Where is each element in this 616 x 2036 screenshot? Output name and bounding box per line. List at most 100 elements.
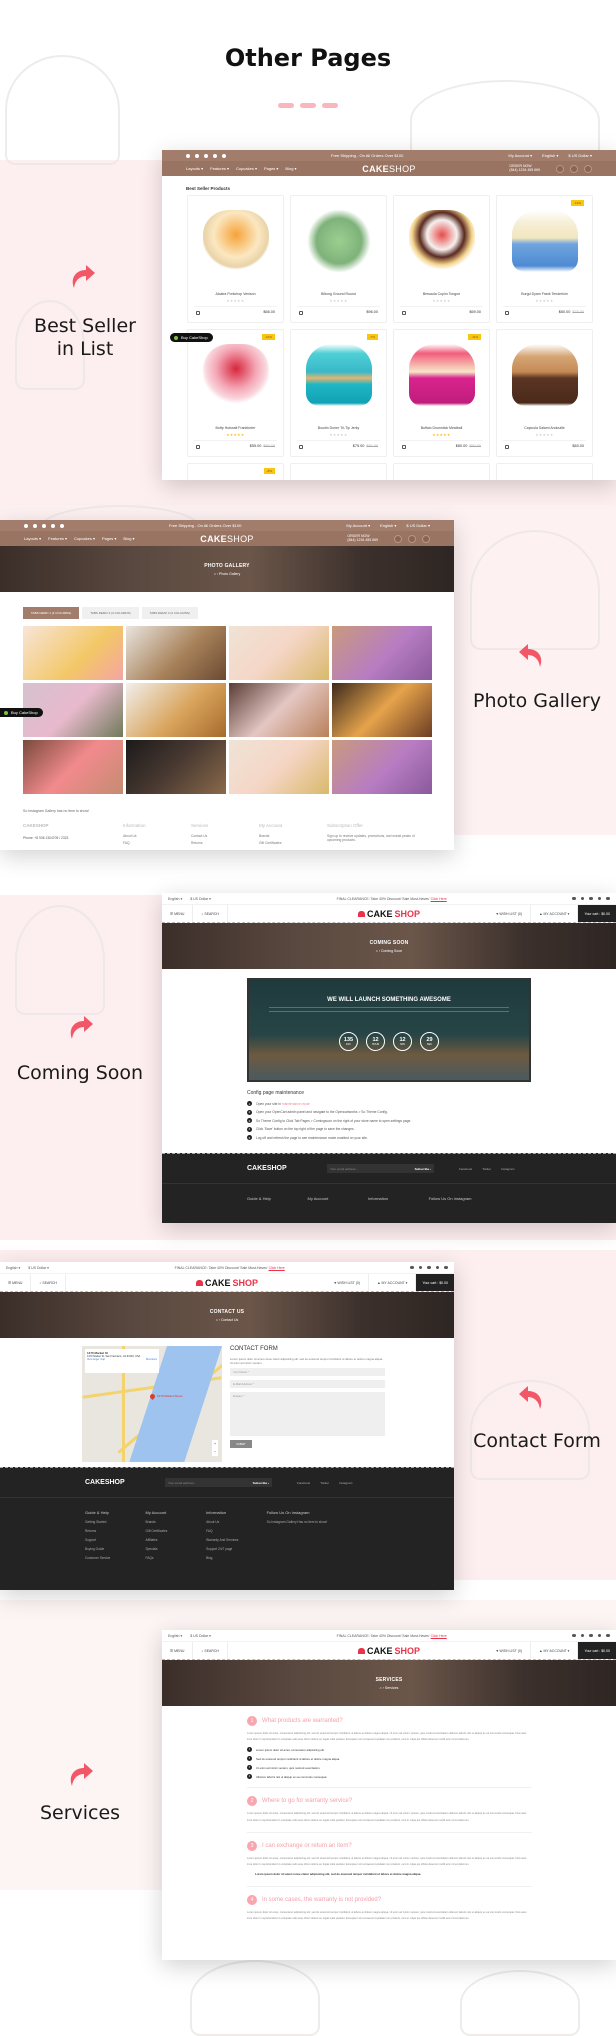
product-image[interactable]: [202, 210, 269, 272]
gallery-image[interactable]: [126, 626, 226, 680]
product-card[interactable]: Biltong Ground Round ★★★★★ $96.00: [290, 195, 387, 323]
footer-link[interactable]: FAQ: [206, 1529, 267, 1533]
add-to-cart-icon[interactable]: [196, 445, 200, 449]
add-to-cart-icon[interactable]: [402, 311, 406, 315]
product-name[interactable]: Capicola Salami Andouille: [497, 426, 592, 430]
twitter-link[interactable]: Twitter: [320, 1481, 329, 1485]
instagram-icon[interactable]: [213, 153, 217, 158]
nav-features[interactable]: Features ▾: [210, 166, 229, 171]
search-icon[interactable]: [555, 164, 564, 173]
faq-question[interactable]: 1 What products are warranted?: [247, 1716, 532, 1726]
twitter-icon[interactable]: [580, 896, 585, 901]
email-input[interactable]: E-Mail Address *: [230, 1380, 385, 1389]
cart-button[interactable]: Your cart : $0.00: [578, 905, 616, 922]
gallery-image[interactable]: [332, 626, 432, 680]
facebook-icon[interactable]: [410, 1265, 414, 1270]
gallery-image[interactable]: [126, 740, 226, 794]
product-card[interactable]: -13% Burgd Dyam Frank Tenderloin ★★★★★ $60.…: [496, 195, 593, 323]
product-card[interactable]: Bresaola Cupim Tongue ★★★★★ $69.00: [393, 195, 490, 323]
product-card[interactable]: -10% Boftp Hubwalt Frankfurter ★★★★★ $55.00…: [187, 329, 284, 457]
footer-link[interactable]: Returns: [85, 1529, 146, 1533]
faq-question[interactable]: 4 In some cases, the warranty is not prov…: [247, 1894, 532, 1905]
product-image[interactable]: [305, 210, 372, 272]
map-zoom-controls[interactable]: + −: [212, 1440, 218, 1456]
language-select[interactable]: English ▾: [168, 1634, 182, 1638]
promo-link[interactable]: Click Here: [431, 897, 447, 901]
footer-link[interactable]: Affiliates: [146, 1538, 207, 1542]
tab-demo-3[interactable]: TABS DEMO 3 (2 COLUMNS): [141, 607, 198, 619]
product-card[interactable]: -8%: [187, 463, 284, 480]
tab-demo-2[interactable]: TABS DEMO 2 (3 COLUMNS): [82, 607, 139, 619]
account-menu[interactable]: ▲ MY ACCOUNT ▾: [369, 1274, 417, 1291]
tab-demo-1[interactable]: TABS DEMO 1 (4 COLUMNS): [23, 607, 80, 619]
logo[interactable]: CAKESHOP: [200, 534, 253, 544]
nav-features[interactable]: Features ▾: [48, 536, 67, 541]
name-input[interactable]: Your Name *: [230, 1368, 385, 1377]
cart-icon[interactable]: [583, 164, 592, 173]
language-select[interactable]: English ▾: [380, 523, 396, 528]
product-name[interactable]: Boftp Hubwalt Frankfurter: [188, 426, 283, 430]
footer-logo[interactable]: CAKESHOP: [85, 1479, 165, 1486]
footer-link[interactable]: Support 24/7 page: [206, 1547, 267, 1551]
footer-link[interactable]: Brands: [259, 834, 327, 838]
add-to-cart-icon[interactable]: [196, 311, 200, 315]
facebook-icon[interactable]: [24, 523, 28, 528]
footer-link[interactable]: Buying Guide: [85, 1547, 146, 1551]
enquiry-textarea[interactable]: Enquiry *: [230, 1392, 385, 1437]
menu-button[interactable]: ☰ MENU: [0, 1274, 32, 1291]
footer-link[interactable]: About Us: [206, 1520, 267, 1524]
email-input[interactable]: Your email address...: [330, 1167, 358, 1171]
twitter-icon[interactable]: [580, 1633, 585, 1638]
dribbble-icon[interactable]: [427, 1265, 431, 1270]
wishlist-link[interactable]: ♥ WISH LIST (0): [326, 1274, 370, 1291]
gallery-image[interactable]: [23, 626, 123, 680]
pinterest-icon[interactable]: [606, 896, 610, 901]
product-card[interactable]: [393, 463, 490, 480]
gallery-image[interactable]: [23, 740, 123, 794]
currency-select[interactable]: $ US Dollar ▾: [406, 523, 430, 528]
nav-blog[interactable]: Blog ▾: [123, 536, 134, 541]
add-to-cart-icon[interactable]: [402, 445, 406, 449]
footer-link[interactable]: FAQs: [146, 1556, 207, 1560]
user-icon[interactable]: [407, 534, 416, 543]
submit-button[interactable]: SUBMIT: [230, 1440, 252, 1449]
promo-link[interactable]: Click Here: [431, 1634, 447, 1638]
email-input[interactable]: Your email address...: [168, 1481, 196, 1485]
add-to-cart-icon[interactable]: [299, 445, 303, 449]
nav-pages[interactable]: Pages ▾: [264, 166, 278, 171]
my-account-menu[interactable]: My Account ▾: [346, 523, 370, 528]
twitter-icon[interactable]: [195, 153, 199, 158]
instagram-link[interactable]: Instagram: [501, 1167, 514, 1171]
cart-icon[interactable]: [421, 534, 430, 543]
product-name[interactable]: Alcatra Porkchop Venison: [188, 292, 283, 296]
account-menu[interactable]: ▲ MY ACCOUNT ▾: [531, 905, 579, 922]
currency-select[interactable]: $ US Dollar ▾: [568, 153, 592, 158]
pinterest-icon[interactable]: [42, 523, 46, 528]
view-larger-map-link[interactable]: View larger map: [87, 1358, 105, 1361]
language-select[interactable]: English ▾: [6, 1266, 20, 1270]
subscribe-button[interactable]: Subscribe ›: [253, 1481, 269, 1485]
twitter-icon[interactable]: [418, 1265, 423, 1270]
logo[interactable]: CAKESHOP: [357, 909, 420, 919]
wishlist-link[interactable]: ♥ WISH LIST (0): [488, 1642, 532, 1659]
nav-layouts[interactable]: Layouts ▾: [186, 166, 203, 171]
instagram-link[interactable]: Instagram: [339, 1481, 352, 1485]
product-image[interactable]: [408, 344, 475, 406]
language-select[interactable]: English ▾: [168, 897, 182, 901]
youtube-icon[interactable]: [60, 523, 64, 528]
search-button[interactable]: ⌕ SEARCH: [193, 1642, 228, 1659]
dribbble-icon[interactable]: [589, 896, 593, 901]
subscribe-button[interactable]: Subscribe ›: [415, 1167, 431, 1171]
footer-logo-text[interactable]: CAKESHOP: [23, 823, 123, 828]
pinterest-icon[interactable]: [204, 153, 208, 158]
wishlist-link[interactable]: ♥ WISH LIST (0): [488, 905, 532, 922]
menu-button[interactable]: ☰ MENU: [162, 1642, 194, 1659]
facebook-icon[interactable]: [186, 153, 190, 158]
instagram-icon[interactable]: [51, 523, 55, 528]
product-name[interactable]: Biltong Ground Round: [291, 292, 386, 296]
nav-pages[interactable]: Pages ▾: [102, 536, 116, 541]
footer-link[interactable]: Support: [85, 1538, 146, 1542]
account-menu[interactable]: ▲ MY ACCOUNT ▾: [531, 1642, 579, 1659]
promo-link[interactable]: Click Here: [269, 1266, 285, 1270]
instagram-icon[interactable]: [597, 896, 602, 901]
